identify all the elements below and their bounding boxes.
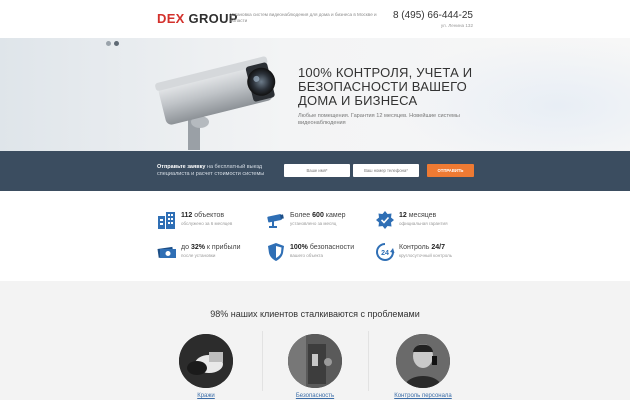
problems-title: 98% наших клиентов сталкиваются с пробле… <box>210 309 420 319</box>
money-icon <box>157 246 176 258</box>
stat-security-sub: вашего объекта <box>290 253 324 258</box>
slider-dot-1[interactable] <box>106 41 111 46</box>
security-photo <box>288 334 342 388</box>
logo[interactable]: DEX GROUP <box>157 11 238 26</box>
hero-title: 100% КОНТРОЛЯ, УЧЕТА И БЕЗОПАСНОСТИ ВАШЕ… <box>298 65 473 108</box>
cctv-camera-image <box>155 56 276 150</box>
stat-unit: месяцев <box>406 212 437 219</box>
stat-profit: до 32% к прибыли после установки <box>157 242 267 268</box>
request-text: Отправьте заявку на бесплатный выезд спе… <box>157 164 282 178</box>
stat-cameras: Более 600 камер установлено за месяц <box>266 210 376 236</box>
theft-photo <box>179 334 233 388</box>
site-header: DEX GROUP Установка систем видеонаблюден… <box>0 0 630 38</box>
stat-cameras-sub: установлено за месяц <box>290 221 337 226</box>
svg-text:24: 24 <box>381 250 389 257</box>
stat-objects-title: 112 объектов <box>181 212 224 219</box>
problem-label-staff[interactable]: Контроль персонала <box>378 393 468 399</box>
request-text-bold: Отправьте заявку <box>157 164 206 170</box>
stat-profit-sub: после установки <box>181 253 216 258</box>
stat-value: 100% <box>290 244 308 251</box>
stat-value: 600 <box>312 212 324 219</box>
header-address: ул. Ленина 132 <box>440 23 473 28</box>
clock-24-icon: 24 <box>376 243 395 261</box>
divider <box>368 331 369 391</box>
stat-prefix: Более <box>290 212 313 219</box>
problem-label-theft[interactable]: Кражи <box>161 393 251 399</box>
stat-control-sub: круглосуточный контроль <box>399 253 453 258</box>
logo-brand: DEX <box>157 11 185 26</box>
stat-prefix: Контроль <box>399 244 432 251</box>
problem-label-security[interactable]: Безопасность <box>270 393 360 399</box>
phone-input[interactable] <box>353 164 419 177</box>
header-tagline: Установка систем видеонаблюдения для дом… <box>230 12 377 23</box>
problem-image-theft[interactable] <box>179 334 233 388</box>
stat-value: 24/7 <box>431 244 445 251</box>
hero-banner: 100% КОНТРОЛЯ, УЧЕТА И БЕЗОПАСНОСТИ ВАШЕ… <box>0 38 630 151</box>
stat-unit: объектов <box>192 212 225 219</box>
staff-photo <box>396 334 450 388</box>
problem-image-staff[interactable] <box>396 334 450 388</box>
camera-icon <box>267 214 284 228</box>
stat-unit: безопасности <box>307 244 355 251</box>
stat-warranty: 12 месяцев официальная гарантия <box>375 210 485 236</box>
stats-section: 112 объектов обслужено за 6 месяцев Боле… <box>0 191 630 281</box>
shield-icon <box>268 243 284 261</box>
stat-value: 112 <box>181 212 193 219</box>
divider <box>262 331 263 391</box>
stat-security-title: 100% безопасности <box>290 244 354 251</box>
slider-dots <box>106 41 119 46</box>
stat-unit: камер <box>323 212 346 219</box>
stat-unit: к прибыли <box>204 244 241 251</box>
submit-button[interactable]: ОТПРАВИТЬ <box>427 164 474 177</box>
problem-image-security[interactable] <box>288 334 342 388</box>
header-phone[interactable]: 8 (495) 66-444-25 <box>393 10 473 21</box>
stat-warranty-sub: официальная гарантия <box>399 221 448 226</box>
stat-objects: 112 объектов обслужено за 6 месяцев <box>157 210 267 236</box>
hero-subtitle: Любые помещения. Гарантия 12 месяцев. Но… <box>298 113 460 127</box>
stat-profit-title: до 32% к прибыли <box>181 244 241 251</box>
slider-dot-2[interactable] <box>114 41 119 46</box>
stat-security: 100% безопасности вашего объекта <box>266 242 376 268</box>
buildings-icon <box>158 212 175 229</box>
stat-value: 12 <box>399 212 407 219</box>
stat-prefix: до <box>181 244 191 251</box>
stat-objects-sub: обслужено за 6 месяцев <box>181 221 233 226</box>
problems-section: 98% наших клиентов сталкиваются с пробле… <box>0 281 630 400</box>
stat-value: 32% <box>190 244 205 251</box>
stat-control-title: Контроль 24/7 <box>399 244 445 251</box>
stat-control: 24 Контроль 24/7 круглосуточный контроль <box>375 242 485 268</box>
name-input[interactable] <box>284 164 350 177</box>
stat-warranty-title: 12 месяцев <box>399 212 436 219</box>
stat-cameras-title: Более 600 камер <box>290 212 346 219</box>
badge-icon <box>376 211 394 229</box>
